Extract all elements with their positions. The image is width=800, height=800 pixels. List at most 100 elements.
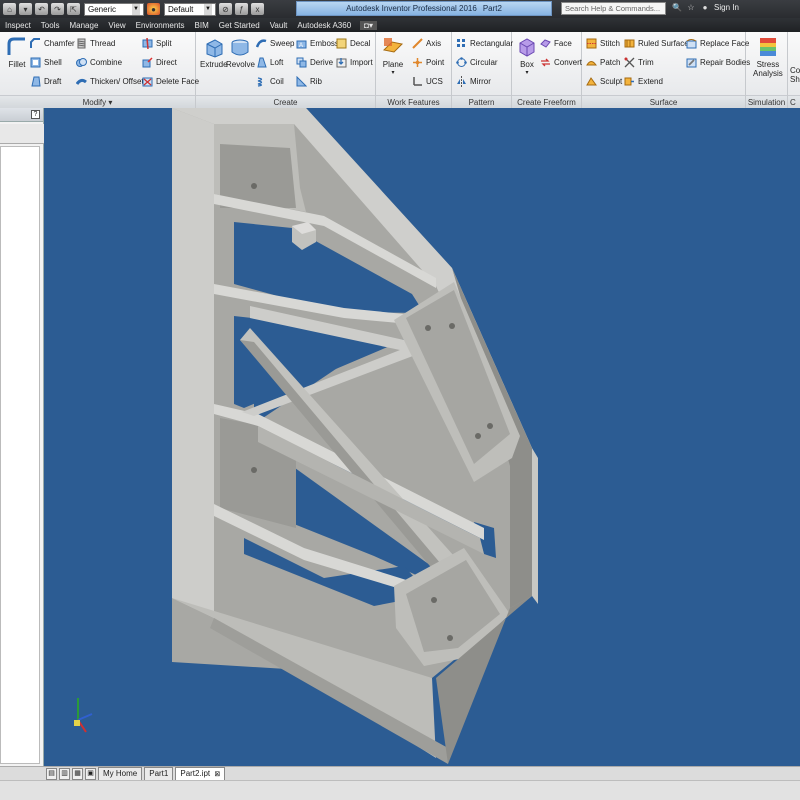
close-icon[interactable]: ⊠ [214, 771, 220, 778]
chamfer-button[interactable]: Chamfer [30, 38, 75, 49]
tab-part2[interactable]: Part2.ipt ⊠ [175, 767, 226, 780]
point-button[interactable]: Point [412, 57, 444, 68]
tab-manage[interactable]: Manage [64, 21, 103, 30]
ribbon-options-icon[interactable]: ◘▾ [360, 20, 378, 30]
axis-button[interactable]: Axis [412, 38, 441, 49]
rectangular-button[interactable]: Rectangular [456, 38, 513, 49]
sweep-button[interactable]: Sweep [256, 38, 294, 49]
redo-icon[interactable]: ↷ [51, 3, 64, 15]
emboss-button[interactable]: A Emboss [296, 38, 339, 49]
tab-tools[interactable]: Tools [36, 21, 65, 30]
fillet-label: Fillet [8, 60, 26, 69]
coil-button[interactable]: Coil [256, 76, 284, 87]
ucs-button[interactable]: UCS [412, 76, 443, 87]
tab-a360[interactable]: Autodesk A360 [292, 21, 356, 30]
thicken-offset-button[interactable]: Thicken/ Offset [76, 76, 144, 87]
face-label: Face [554, 39, 572, 48]
box-button[interactable]: Box ▾ [516, 36, 538, 76]
tab-inspect[interactable]: Inspect [0, 21, 36, 30]
sculpt-button[interactable]: Sculpt [586, 76, 622, 87]
select-icon[interactable]: ⇱ [67, 3, 80, 15]
extend-button[interactable]: Extend [624, 76, 663, 87]
stress-label: Stress [756, 60, 780, 69]
rib-icon [296, 76, 307, 87]
appearance-select[interactable]: Default ▼ [164, 2, 216, 16]
fillet-button[interactable]: Fillet [6, 36, 28, 69]
stitch-button[interactable]: Stitch [586, 38, 620, 49]
home-icon[interactable]: ⌂ [3, 3, 16, 15]
open-icon[interactable]: ▾ [19, 3, 32, 15]
draft-button[interactable]: Draft [30, 76, 61, 87]
trim-icon [624, 57, 635, 68]
circular-button[interactable]: Circular [456, 57, 498, 68]
convert-sheet-button[interactable]: Co Sh [790, 66, 800, 84]
decal-button[interactable]: Decal [336, 38, 370, 49]
stress-analysis-button[interactable]: Stress Analysis [753, 36, 783, 78]
loft-button[interactable]: Loft [256, 57, 283, 68]
tab-environments[interactable]: Environments [131, 21, 190, 30]
replace-face-button[interactable]: Replace Face [686, 38, 749, 49]
convert-icon [541, 58, 550, 67]
extrude-button[interactable]: Extrude [200, 36, 228, 69]
repair-bodies-button[interactable]: Repair Bodies [686, 57, 750, 68]
combine-button[interactable]: Combine [76, 57, 122, 68]
search-icon[interactable]: 🔍 [672, 2, 682, 12]
clear-appearance-icon[interactable]: ⊘ [219, 3, 232, 15]
tab-view[interactable]: View [103, 21, 130, 30]
browser-tree[interactable] [0, 146, 40, 764]
trim-button[interactable]: Trim [624, 57, 654, 68]
modify-panel-label[interactable]: Modify ▾ [0, 95, 195, 108]
work-features-panel-label: Work Features [376, 95, 451, 108]
plane-button[interactable]: Plane ▾ [382, 36, 404, 76]
help-icon[interactable]: ? [31, 110, 40, 119]
face-icon [540, 39, 551, 48]
circular-label: Circular [470, 58, 498, 67]
chamfer-icon [30, 38, 40, 48]
undo-icon[interactable]: ↶ [35, 3, 48, 15]
cascade-icon[interactable]: ▦ [72, 768, 83, 780]
shell-button[interactable]: Shell [30, 57, 62, 68]
convert-button[interactable]: Convert [540, 57, 582, 68]
status-left-spacer [0, 766, 44, 780]
sign-in-link[interactable]: Sign In [714, 3, 739, 12]
document-title: Part2 [482, 4, 502, 13]
graphics-viewport[interactable] [44, 108, 800, 766]
ribbon-tabs: Inspect Tools Manage View Environments B… [0, 18, 800, 32]
tab-get-started[interactable]: Get Started [214, 21, 265, 30]
thread-button[interactable]: Thread [76, 38, 115, 49]
trim-label: Trim [638, 58, 654, 67]
sweep-label: Sweep [270, 39, 295, 48]
direct-button[interactable]: Direct [142, 57, 177, 68]
patch-button[interactable]: Patch [586, 57, 620, 68]
fx-icon[interactable]: x [251, 3, 264, 15]
adjust-icon[interactable]: ƒ [235, 3, 248, 15]
svg-text:A: A [299, 43, 303, 49]
surface-panel-label: Surface [582, 95, 745, 108]
ruled-surface-button[interactable]: Ruled Surface [624, 38, 689, 49]
stitch-label: Stitch [600, 39, 621, 48]
import-button[interactable]: Import [336, 57, 373, 68]
revolve-button[interactable]: Revolve [226, 36, 255, 69]
derive-button[interactable]: Derive [296, 57, 333, 68]
tab-my-home[interactable]: My Home [98, 767, 143, 780]
axis-label: Axis [426, 39, 442, 48]
arrange-icon[interactable]: ▣ [85, 768, 96, 780]
tab-vault[interactable]: Vault [265, 21, 293, 30]
decal-icon [336, 38, 347, 49]
mirror-button[interactable]: Mirror [456, 76, 491, 87]
help-search-input[interactable]: Search Help & Commands... [561, 2, 666, 15]
material-select[interactable]: Generic ▼ [84, 2, 144, 16]
delete-face-button[interactable]: Delete Face [142, 76, 199, 87]
point-icon [413, 58, 422, 67]
tab-part1[interactable]: Part1 [144, 767, 174, 780]
tab-bim[interactable]: BIM [190, 21, 214, 30]
pattern-panel-label: Pattern [452, 95, 511, 108]
star-icon[interactable]: ☆ [686, 2, 696, 12]
tile-horizontal-icon[interactable]: ▤ [46, 768, 57, 780]
rib-button[interactable]: Rib [296, 76, 322, 87]
frame-part[interactable] [172, 108, 538, 764]
tile-vertical-icon[interactable]: ▥ [59, 768, 70, 780]
chevron-down-icon: ▼ [204, 3, 212, 15]
split-button[interactable]: Split [142, 38, 172, 49]
face-button[interactable]: Face [540, 38, 572, 49]
